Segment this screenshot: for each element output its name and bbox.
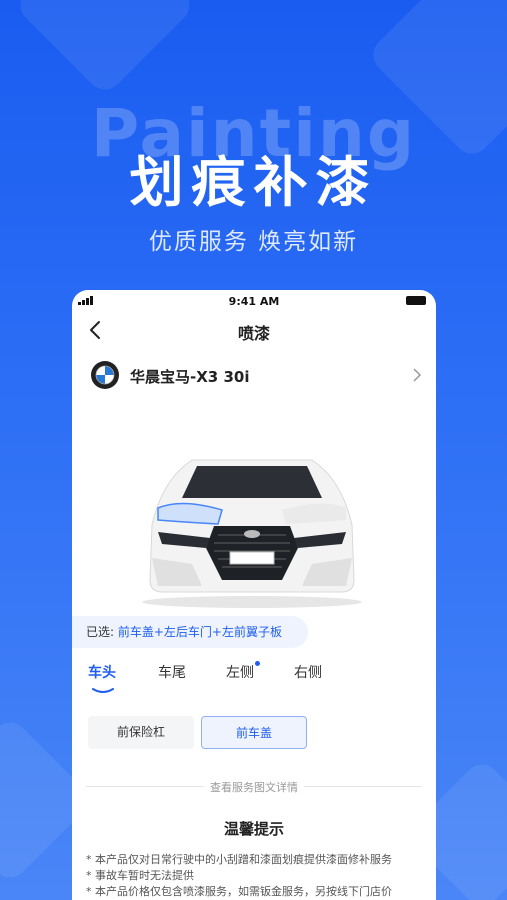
nav-bar: 喷漆 xyxy=(72,312,436,348)
details-divider: 查看服务图文详情 xyxy=(86,779,422,795)
tab-rear[interactable]: 车尾 xyxy=(158,662,186,682)
status-time: 9:41 AM xyxy=(228,295,280,308)
tips-list: * 本产品仅对日常行驶中的小刮蹭和漆面划痕提供漆面修补服务 * 事故车暂时无法提… xyxy=(86,852,426,900)
status-bar: 9:41 AM xyxy=(72,290,436,312)
background-decoration xyxy=(13,0,197,97)
part-front-hood[interactable]: 前车盖 xyxy=(201,716,307,749)
tab-active-indicator xyxy=(92,688,114,693)
phone-screen: 9:41 AM 喷漆 华晨宝马-X3 30i 已选: 前车盖+左后车门+左前翼子… xyxy=(72,290,436,900)
part-options: 前保险杠 前车盖 xyxy=(72,716,436,750)
tab-front[interactable]: 车头 xyxy=(88,662,116,682)
tab-right[interactable]: 右侧 xyxy=(294,662,322,682)
selected-label: 已选: xyxy=(86,625,115,639)
tab-left-badge-dot xyxy=(255,661,260,666)
car-selector[interactable]: 华晨宝马-X3 30i xyxy=(72,348,436,404)
battery-icon xyxy=(406,296,426,305)
banner-headline: 划痕补漆 xyxy=(129,151,378,214)
details-link[interactable]: 查看服务图文详情 xyxy=(204,779,304,795)
tip-item: * 本产品仅对日常行驶中的小刮蹭和漆面划痕提供漆面修补服务 xyxy=(86,853,392,866)
selected-parts: 已选: 前车盖+左后车门+左前翼子板 xyxy=(72,616,308,648)
tip-item: * 本产品价格仅包含喷漆服务，如需钣金服务，另按线下门店价 xyxy=(86,885,392,898)
tab-left[interactable]: 左侧 xyxy=(226,662,254,682)
banner-subheadline: 优质服务 焕亮如新 xyxy=(148,229,359,255)
selected-value: 前车盖+左后车门+左前翼子板 xyxy=(117,625,282,639)
car-image[interactable] xyxy=(122,440,382,610)
page-title: 喷漆 xyxy=(237,324,270,343)
chevron-right-icon[interactable] xyxy=(410,366,424,384)
tip-item: * 事故车暂时无法提供 xyxy=(86,869,194,882)
car-name: 华晨宝马-X3 30i xyxy=(130,368,250,386)
tab-bar: 车头 车尾 左侧 右侧 xyxy=(72,661,436,696)
part-front-bumper[interactable]: 前保险杠 xyxy=(88,716,194,749)
bmw-logo-icon xyxy=(91,361,119,389)
tips-title: 温馨提示 xyxy=(223,820,284,838)
